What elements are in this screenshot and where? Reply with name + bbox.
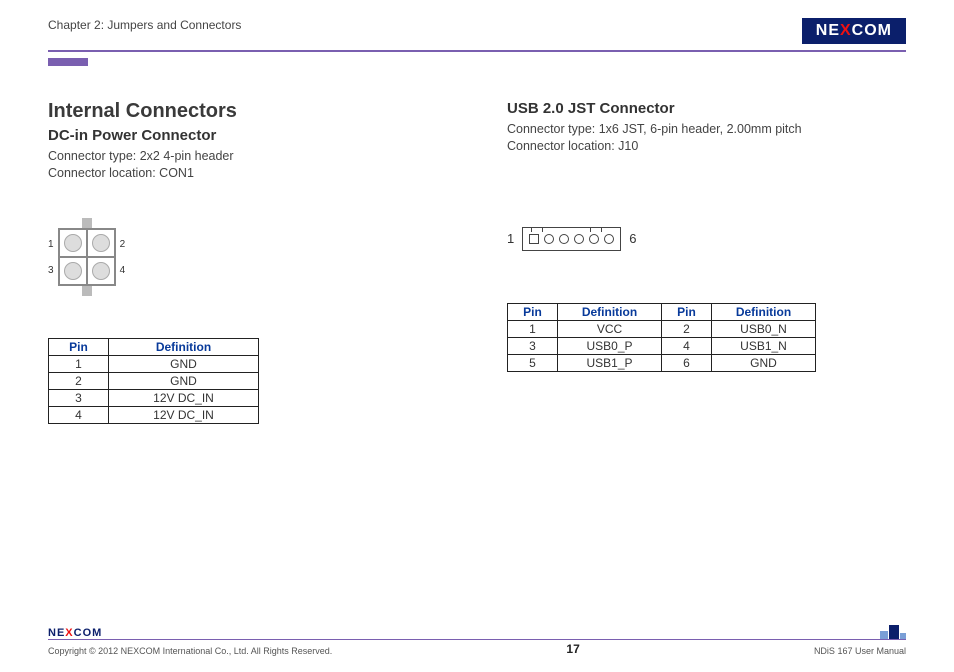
- th-def: Definition: [558, 303, 662, 320]
- left-column: Internal Connectors DC-in Power Connecto…: [48, 100, 447, 424]
- right-column: USB 2.0 JST Connector Connector type: 1x…: [507, 100, 906, 424]
- jst-label-6: 6: [629, 231, 636, 246]
- dc-in-table: PinDefinition 1GND 2GND 312V DC_IN 412V …: [48, 338, 259, 424]
- logo-right: COM: [852, 22, 892, 40]
- table-row: 312V DC_IN: [49, 389, 259, 406]
- table-row: 2GND: [49, 372, 259, 389]
- top-rule: [48, 50, 906, 52]
- table-row: 5USB1_P6GND: [508, 354, 816, 371]
- footer: NEXCOM Copyright © 2012 NEXCOM Internati…: [48, 621, 906, 657]
- right-desc1: Connector type: 1x6 JST, 6-pin header, 2…: [507, 121, 906, 138]
- logo-left: NE: [816, 22, 840, 40]
- dc-in-diagram: 1 3 2 4: [48, 228, 447, 286]
- left-desc1: Connector type: 2x2 4-pin header: [48, 148, 447, 165]
- th-def2: Definition: [712, 303, 816, 320]
- pin-label-3: 3: [48, 265, 54, 276]
- th-def: Definition: [109, 338, 259, 355]
- th-pin: Pin: [508, 303, 558, 320]
- pin-label-4: 4: [120, 265, 126, 276]
- table-row: 412V DC_IN: [49, 406, 259, 423]
- logo-x: X: [840, 22, 852, 40]
- section-title: Internal Connectors: [48, 100, 447, 123]
- logo: NEXCOM: [802, 18, 906, 44]
- tab-marker: [48, 58, 88, 66]
- pin-label-2: 2: [120, 239, 126, 250]
- pin-label-1: 1: [48, 239, 54, 250]
- right-subtitle: USB 2.0 JST Connector: [507, 100, 906, 117]
- right-desc2: Connector location: J10: [507, 138, 906, 155]
- table-row: 3USB0_P4USB1_N: [508, 337, 816, 354]
- manual-name: NDiS 167 User Manual: [814, 646, 906, 656]
- chapter-label: Chapter 2: Jumpers and Connectors: [48, 18, 241, 32]
- jst-table: Pin Definition Pin Definition 1VCC2USB0_…: [507, 303, 816, 372]
- jst-label-1: 1: [507, 231, 514, 246]
- left-desc2: Connector location: CON1: [48, 165, 447, 182]
- th-pin: Pin: [49, 338, 109, 355]
- page-number: 17: [566, 642, 579, 656]
- th-pin2: Pin: [662, 303, 712, 320]
- table-row: 1GND: [49, 355, 259, 372]
- copyright: Copyright © 2012 NEXCOM International Co…: [48, 646, 332, 656]
- footer-rule: [48, 639, 906, 641]
- footer-logo: NEXCOM: [48, 627, 102, 639]
- left-subtitle: DC-in Power Connector: [48, 127, 447, 144]
- footer-deco-icon: [880, 621, 906, 639]
- table-row: 1VCC2USB0_N: [508, 320, 816, 337]
- jst-diagram: 1 6: [507, 227, 906, 251]
